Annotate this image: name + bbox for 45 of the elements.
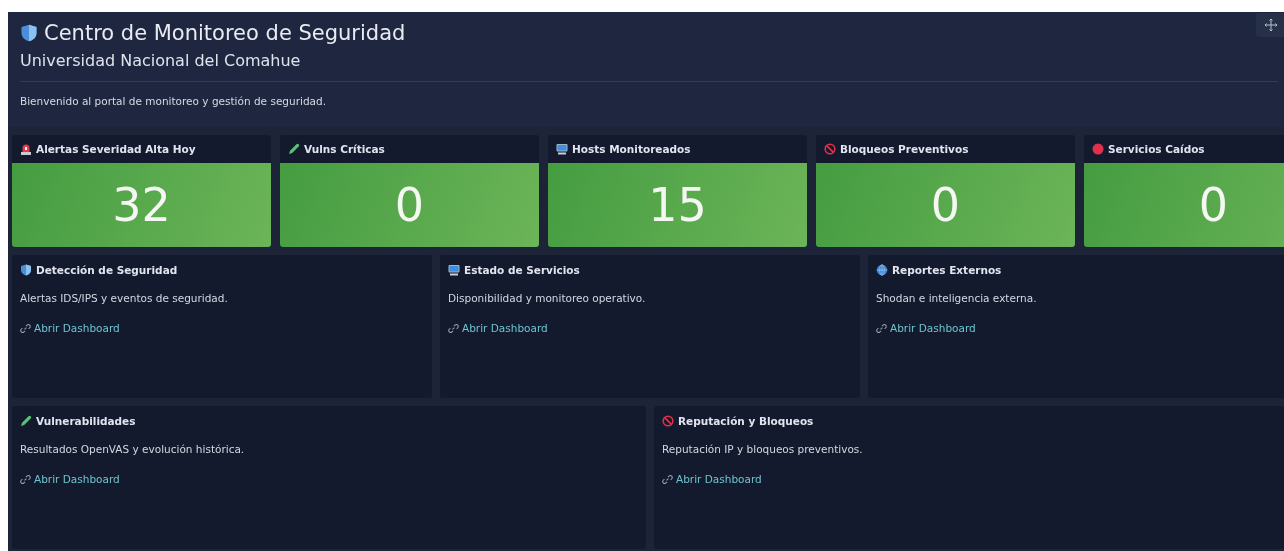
card-title: Detección de Seguridad <box>36 264 178 276</box>
stat-label: Alertas Severidad Alta Hoy <box>36 143 196 155</box>
link-icon <box>876 322 887 334</box>
dashboard-link[interactable]: Abrir Dashboard <box>34 322 120 334</box>
card-title: Vulnerabilidades <box>36 415 136 427</box>
stat-label: Bloqueos Preventivos <box>840 143 969 155</box>
pencil-icon <box>288 143 300 155</box>
link-icon <box>662 473 673 485</box>
circle-icon <box>1092 143 1104 155</box>
dashboard-link[interactable]: Abrir Dashboard <box>34 473 120 485</box>
stat-value: 0 <box>930 178 961 232</box>
card-description: Alertas IDS/IPS y eventos de seguridad. <box>20 292 229 304</box>
welcome-text: Bienvenido al portal de monitoreo y gestión de seguridad. <box>20 95 327 107</box>
stat-value: 32 <box>112 178 171 232</box>
computer-icon <box>448 264 460 276</box>
shield-icon <box>20 24 38 42</box>
link-icon <box>20 473 31 485</box>
page-subtitle: Universidad Nacional del Comahue <box>20 51 302 70</box>
stat-value: 15 <box>648 178 707 232</box>
computer-icon <box>556 143 568 155</box>
stat-label: Servicios Caídos <box>1108 143 1205 155</box>
card-title: Reputación y Bloqueos <box>678 415 814 427</box>
card-description: Disponibilidad y monitoreo operativo. <box>448 292 647 304</box>
prohibited-icon <box>824 143 836 155</box>
pencil-icon <box>20 415 32 427</box>
link-icon <box>448 322 459 334</box>
card-description: Resultados OpenVAS y evolución histórica. <box>20 443 246 455</box>
card-description: Reputación IP y bloqueos preventivos. <box>662 443 864 455</box>
card-title: Reportes Externos <box>892 264 1002 276</box>
page-title: Centro de Monitoreo de Seguridad <box>44 21 406 45</box>
stat-label: Vulns Críticas <box>304 143 385 155</box>
card-title: Estado de Servicios <box>464 264 580 276</box>
siren-icon <box>20 143 32 155</box>
dashboard-link[interactable]: Abrir Dashboard <box>462 322 548 334</box>
card-description: Shodan e inteligencia externa. <box>876 292 1038 304</box>
move-icon[interactable] <box>1264 18 1278 32</box>
link-icon <box>20 322 31 334</box>
stat-label: Hosts Monitoreados <box>572 143 691 155</box>
dashboard-link[interactable]: Abrir Dashboard <box>890 322 976 334</box>
dashboard-link[interactable]: Abrir Dashboard <box>676 473 762 485</box>
shield-icon <box>20 264 32 276</box>
stat-value: 0 <box>394 178 425 232</box>
stat-value: 0 <box>1198 178 1229 232</box>
globe-icon <box>876 264 888 276</box>
prohibited-icon <box>662 415 674 427</box>
